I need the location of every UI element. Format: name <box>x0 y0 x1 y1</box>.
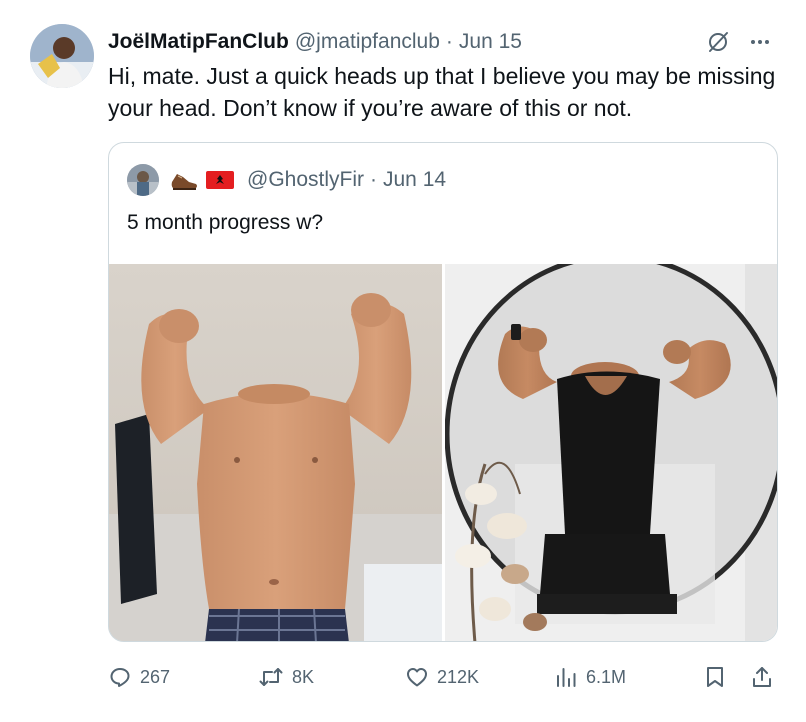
user-handle[interactable]: @jmatipfanclub <box>295 30 440 54</box>
views-icon <box>557 668 576 687</box>
reply-icon <box>110 668 130 687</box>
like-button[interactable]: 212K <box>405 660 479 694</box>
share-button[interactable] <box>750 660 774 694</box>
retweet-count: 8K <box>292 666 315 687</box>
quote-text: 5 month progress w? <box>127 211 324 234</box>
display-name[interactable]: JoëlMatipFanClub <box>108 30 289 54</box>
bookmark-icon <box>707 667 723 687</box>
view-count: 6.1M <box>586 666 627 687</box>
action-bar: 267 8K 212K 6.1M <box>108 660 778 694</box>
separator-dot: · <box>370 168 377 191</box>
quote-date[interactable]: Jun 14 <box>383 168 446 192</box>
like-count: 212K <box>437 666 480 687</box>
media-grid <box>109 264 777 641</box>
tweet-text: Hi, mate. Just a quick heads up that I b… <box>108 63 776 121</box>
photo-after[interactable] <box>445 264 777 641</box>
retweet-icon <box>259 668 283 686</box>
avatar[interactable] <box>30 24 94 88</box>
reply-count: 267 <box>140 666 171 687</box>
more-icon[interactable] <box>748 30 772 54</box>
separator-dot: · <box>445 30 453 53</box>
quote-avatar[interactable] <box>127 164 159 196</box>
views-button[interactable]: 6.1M <box>554 660 626 694</box>
share-icon <box>753 667 771 687</box>
shoe-emoji <box>169 168 199 192</box>
photo-before[interactable] <box>109 264 442 641</box>
bookmark-button[interactable] <box>704 660 726 694</box>
like-icon <box>407 668 427 687</box>
reply-button[interactable]: 267 <box>108 660 170 694</box>
grok-icon[interactable] <box>706 30 730 54</box>
tweet-date[interactable]: Jun 15 <box>459 30 522 54</box>
tweet[interactable]: JoëlMatipFanClub @jmatipfanclub · Jun 15… <box>0 0 806 722</box>
quoted-tweet[interactable]: @GhostlyFir · Jun 14 5 month progress w? <box>108 142 778 642</box>
albania-flag-emoji <box>205 169 235 191</box>
quote-handle[interactable]: @GhostlyFir <box>247 168 364 192</box>
retweet-button[interactable]: 8K <box>258 660 314 694</box>
